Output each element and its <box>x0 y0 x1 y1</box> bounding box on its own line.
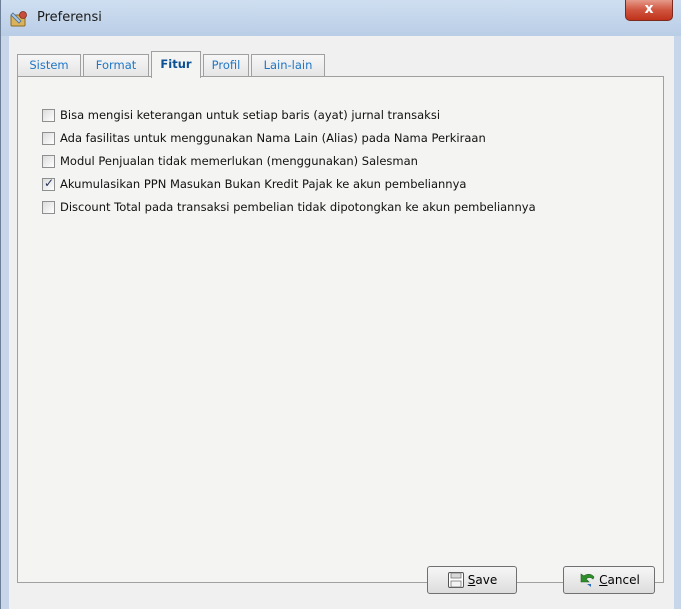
option-label: Akumulasikan PPN Masukan Bukan Kredit Pa… <box>60 177 467 191</box>
cancel-button[interactable]: Cancel <box>563 566 655 594</box>
checkmark-icon: ✓ <box>44 175 55 190</box>
option-checkbox[interactable] <box>42 200 55 214</box>
option-label: Discount Total pada transaksi pembelian … <box>60 200 536 214</box>
option-row[interactable]: ✓ Akumulasikan PPN Masukan Bukan Kredit … <box>42 176 466 192</box>
save-label: ave <box>475 573 498 587</box>
option-checkbox-checked[interactable]: ✓ <box>42 175 55 191</box>
window-title: Preferensi <box>37 10 102 25</box>
tab-label: Sistem <box>29 58 69 72</box>
option-row[interactable]: Ada fasilitas untuk menggunakan Nama Lai… <box>42 130 486 146</box>
option-label: Ada fasilitas untuk menggunakan Nama Lai… <box>60 131 486 145</box>
title-bar[interactable]: Preferensi x <box>1 0 681 36</box>
option-label: Bisa mengisi keterangan untuk setiap bar… <box>60 108 441 122</box>
save-button[interactable]: Save <box>427 566 517 594</box>
tab-lain-lain[interactable]: Lain-lain <box>251 54 325 77</box>
option-checkbox[interactable] <box>42 131 55 145</box>
tab-profil[interactable]: Profil <box>203 54 249 77</box>
option-checkbox[interactable] <box>42 154 55 168</box>
option-row[interactable]: Modul Penjualan tidak memerlukan (menggu… <box>42 153 418 169</box>
option-label: Modul Penjualan tidak memerlukan (menggu… <box>60 154 418 168</box>
fitur-tab-panel: Bisa mengisi keterangan untuk setiap bar… <box>17 76 664 583</box>
preferences-window: Preferensi x Sistem Format Fitur Profil … <box>0 0 681 609</box>
cancel-mnemonic: C <box>599 573 608 587</box>
tab-format[interactable]: Format <box>83 54 149 77</box>
floppy-disk-icon <box>447 572 464 588</box>
dialog-client-area: Sistem Format Fitur Profil Lain-lain Bis… <box>9 36 674 609</box>
option-checkbox[interactable] <box>42 108 55 122</box>
tab-label: Lain-lain <box>263 58 313 72</box>
cancel-label: ancel <box>607 573 640 587</box>
tab-label: Profil <box>211 58 241 72</box>
tab-label: Format <box>95 58 137 72</box>
tab-label: Fitur <box>160 57 192 71</box>
option-row[interactable]: Bisa mengisi keterangan untuk setiap bar… <box>42 107 440 123</box>
option-row[interactable]: Discount Total pada transaksi pembelian … <box>42 199 536 215</box>
close-button[interactable]: x <box>625 0 673 21</box>
close-icon: x <box>644 1 654 17</box>
undo-arrow-icon <box>580 573 595 587</box>
preferences-app-icon <box>10 11 27 27</box>
save-mnemonic: S <box>467 573 476 587</box>
tab-sistem[interactable]: Sistem <box>17 54 81 77</box>
tab-fitur[interactable]: Fitur <box>151 51 201 78</box>
